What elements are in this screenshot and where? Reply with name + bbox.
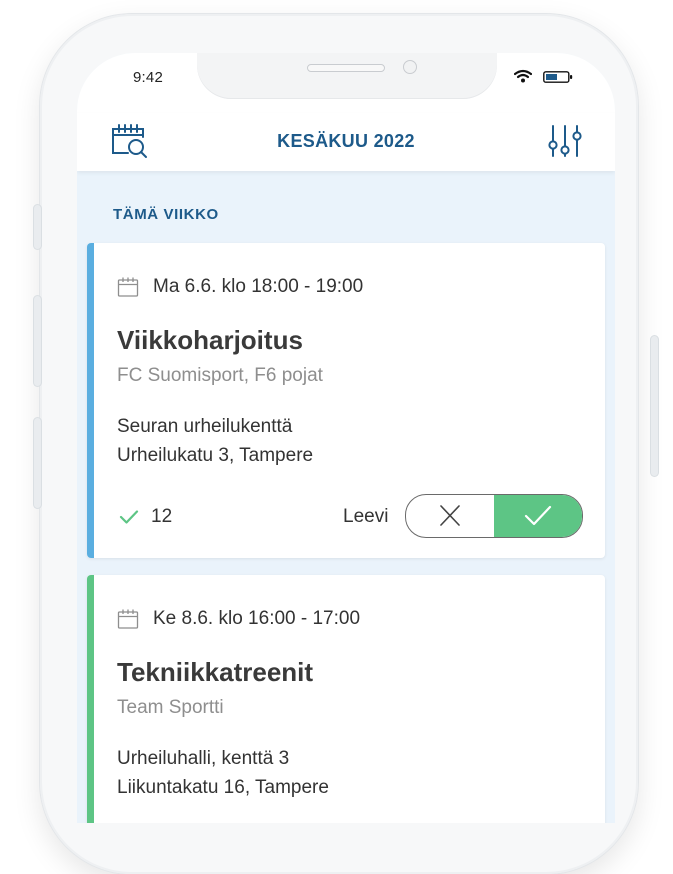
filter-sliders-icon[interactable] <box>548 123 582 159</box>
event-card[interactable]: Ke 8.6. klo 16:00 - 17:00 Tekniikkatreen… <box>87 575 605 823</box>
checkmark-icon <box>524 505 552 526</box>
event-address: Liikuntakatu 16, Tampere <box>117 777 329 798</box>
attending-count-value: 12 <box>151 506 173 527</box>
event-title: Tekniikkatreenit <box>117 657 314 687</box>
event-title: Viikkoharjoitus <box>117 325 303 355</box>
notch <box>197 53 497 99</box>
power-button <box>651 336 658 476</box>
app-header: KESÄKUU 2022 <box>77 113 615 171</box>
status-bar: 9:42 <box>77 53 615 113</box>
battery-icon <box>543 71 573 83</box>
event-card[interactable]: Ma 6.6. klo 18:00 - 19:00 Viikkoharjoitu… <box>87 243 605 558</box>
event-team: Team Sportti <box>117 697 224 718</box>
event-location: Urheiluhalli, kenttä 3 <box>117 748 290 769</box>
accept-button[interactable] <box>494 495 582 537</box>
speaker <box>307 64 385 72</box>
app-screen: 9:42 KESÄKUU 2022 TÄMÄ VIIKKO Ma 6.6. kl… <box>77 53 615 823</box>
event-date-text: Ke 8.6. klo 16:00 - 17:00 <box>153 608 361 629</box>
event-team: FC Suomisport, F6 pojat <box>117 365 323 386</box>
volume-down-button <box>34 418 41 508</box>
participant-name: Leevi <box>343 506 389 527</box>
wifi-icon <box>514 69 532 83</box>
front-camera <box>403 60 417 74</box>
attendance-toggle <box>405 494 583 538</box>
event-location: Seuran urheilukenttä <box>117 416 293 437</box>
close-icon <box>440 505 460 526</box>
event-date-text: Ma 6.6. klo 18:00 - 19:00 <box>153 276 364 297</box>
status-time: 9:42 <box>133 69 163 86</box>
volume-up-button <box>34 296 41 386</box>
calendar-icon <box>117 609 139 629</box>
page-title: KESÄKUU 2022 <box>277 131 415 151</box>
calendar-icon <box>117 277 139 297</box>
event-accent-bar <box>87 243 94 558</box>
event-address: Urheilukatu 3, Tampere <box>117 445 314 466</box>
section-title-this-week: TÄMÄ VIIKKO <box>113 206 219 223</box>
event-accent-bar <box>87 575 94 823</box>
mute-switch <box>34 205 41 249</box>
checkmark-icon <box>119 510 139 524</box>
decline-button[interactable] <box>406 495 494 537</box>
